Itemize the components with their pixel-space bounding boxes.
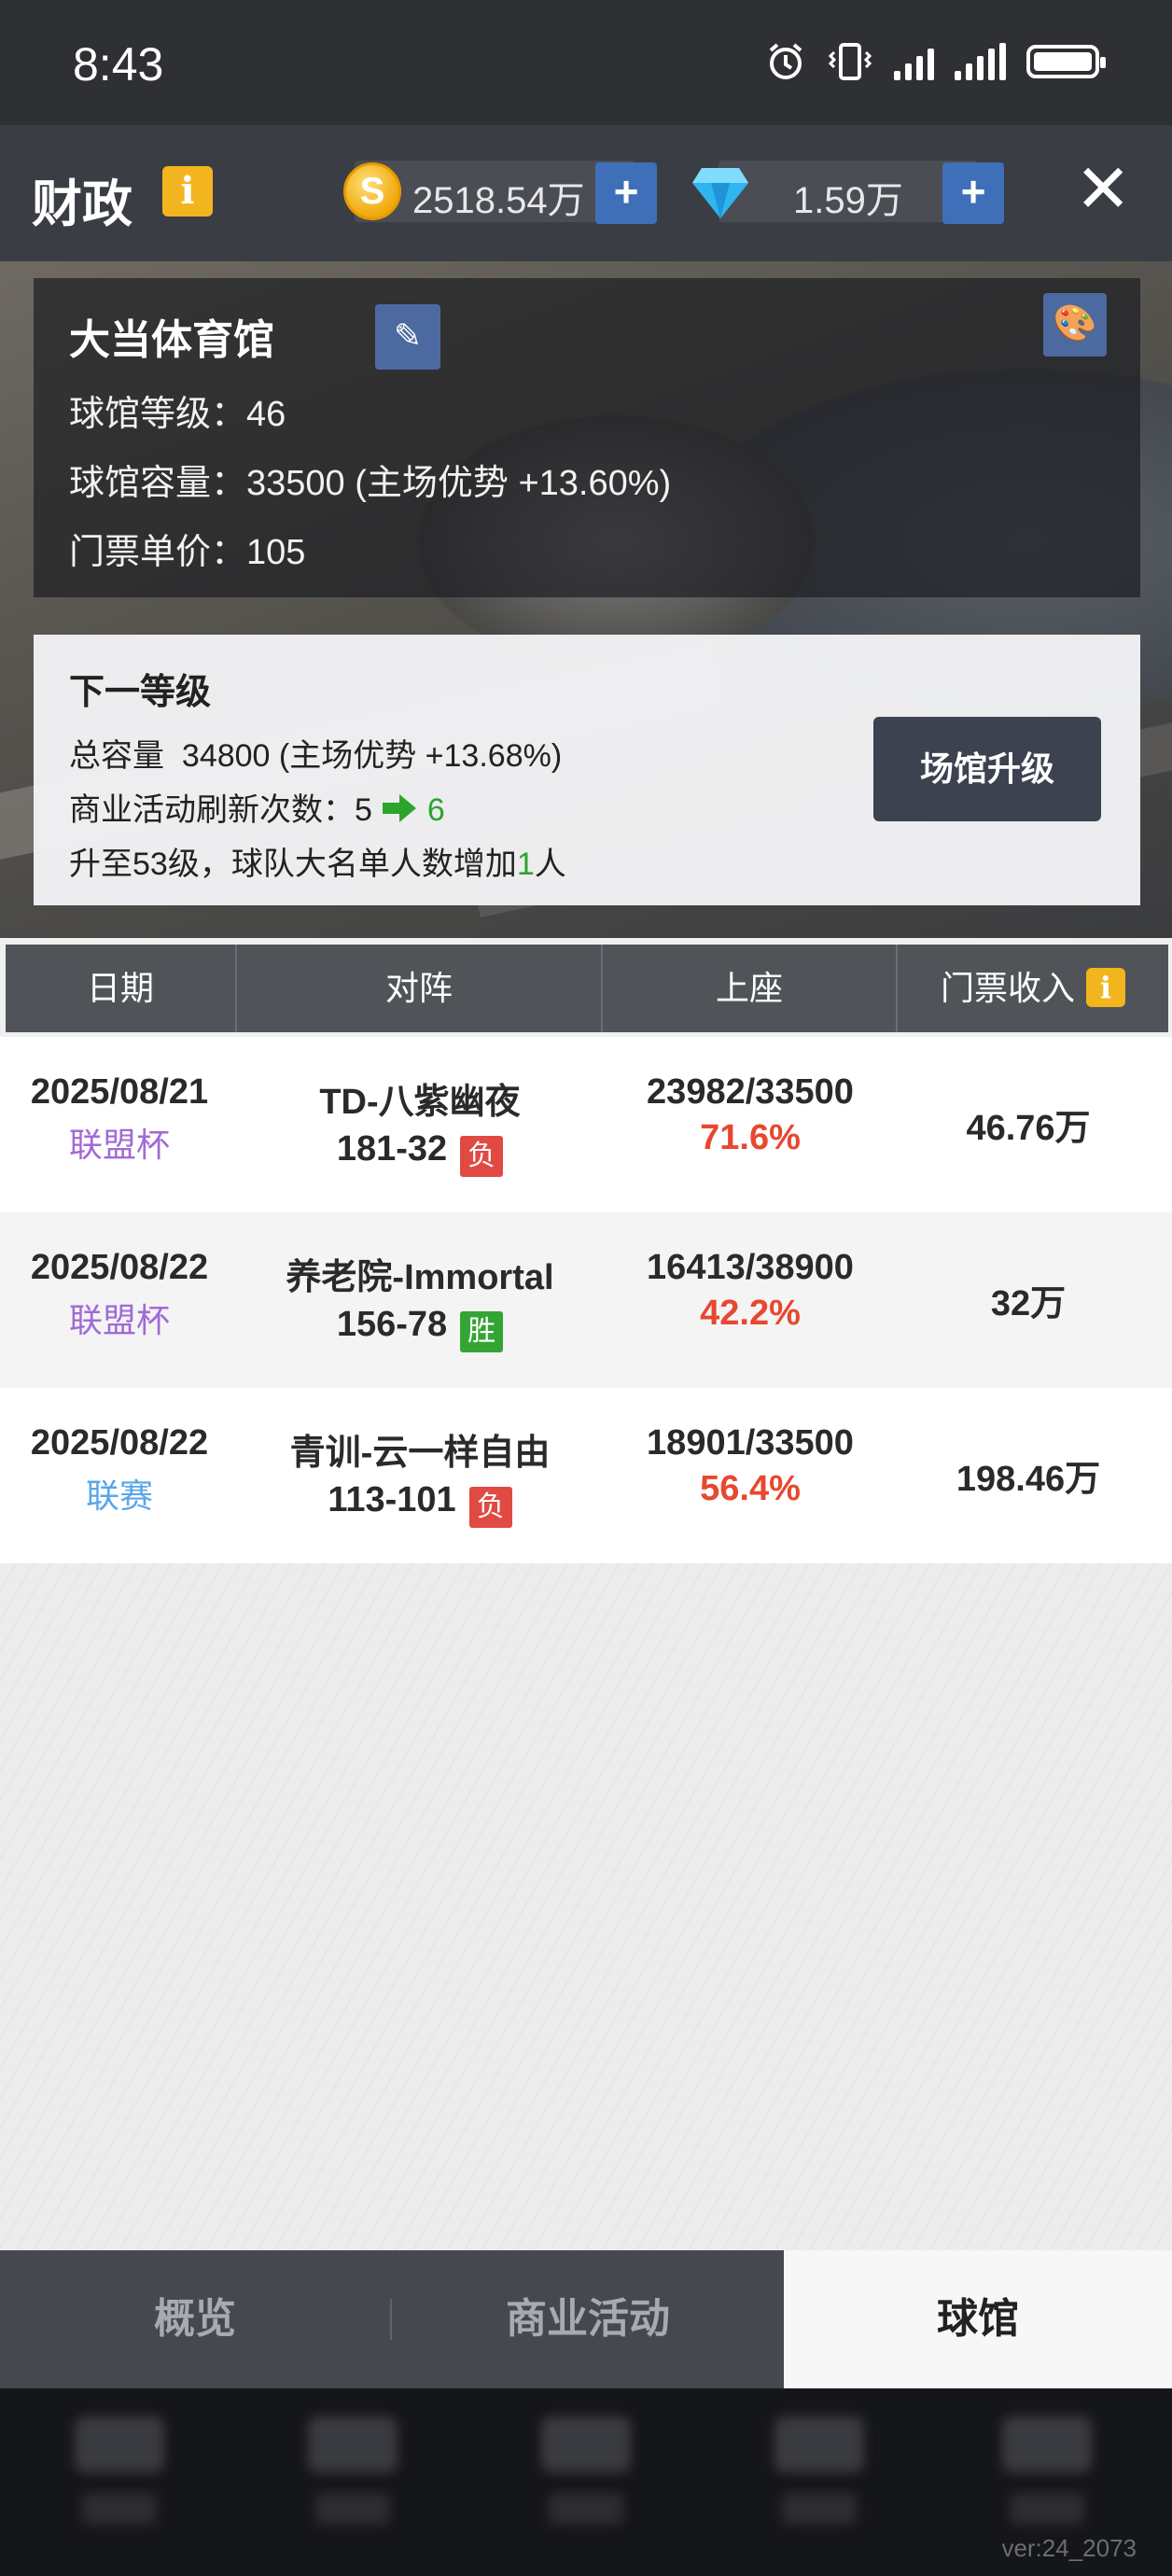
table-row[interactable]: 2025/08/22 联赛 青训-云一样自由 113-101 负 18901/33… [0, 1388, 1172, 1563]
next-capacity: 总容量 34800 (主场优势 +13.68%) [69, 730, 562, 776]
stadium-capacity-label: 球馆容量： [69, 464, 247, 503]
ticket-income: 32万 [990, 1284, 1067, 1323]
tab-bar: 概览 商业活动 球馆 [0, 2250, 1172, 2388]
coin-icon: S [343, 162, 401, 220]
blurred-bottom-nav: ver:24_2073 [0, 2388, 1172, 2576]
status-icons [765, 41, 1106, 82]
table-row[interactable]: 2025/08/22 联盟杯 养老院-Immortal 156-78 胜 1641… [0, 1212, 1172, 1388]
version-label: ver:24_2073 [1001, 2534, 1137, 2562]
gem-counter: 1.59万 [719, 161, 978, 222]
match-date: 2025/08/22 [30, 1423, 209, 1463]
result-badge: 负 [460, 1135, 504, 1177]
rename-button[interactable]: ✎ [375, 304, 440, 370]
customize-button[interactable]: 🎨 [1043, 293, 1107, 357]
close-icon[interactable]: ✕ [1075, 156, 1131, 223]
status-bar: 8:43 [0, 0, 1172, 125]
table-header: 日期 对阵 上座 门票收入 i [6, 945, 1168, 1032]
add-coins-button[interactable]: + [595, 162, 657, 224]
roster-number: 1 [516, 847, 535, 882]
match-type: 联盟杯 [68, 1126, 170, 1164]
stadium-hero: 大当体育馆 ✎ 🎨 球馆等级：46 球馆容量：33500 (主场优势 +13.6… [0, 261, 1172, 938]
attendance-percent: 56.4% [700, 1469, 801, 1508]
finance-header: 财政 i 2518.54万 S + 1.59万 + ✕ [0, 125, 1172, 261]
stadium-capacity-value: 33500 (主场优势 +13.60%) [246, 464, 672, 503]
ticket-price-value: 105 [246, 533, 306, 572]
col-ticket-income: 门票收入 i [898, 945, 1168, 1032]
attendance-percent: 42.2% [700, 1294, 801, 1333]
col-ticket-income-label: 门票收入 [940, 969, 1075, 1007]
stadium-name: 大当体育馆 [69, 317, 274, 363]
opponent: TD-八紫幽夜 [319, 1083, 521, 1122]
next-capacity-value: 34800 (主场优势 +13.68%) [181, 738, 563, 774]
gem-amount: 1.59万 [793, 180, 903, 221]
palette-icon: 🎨 [1053, 304, 1097, 343]
pencil-icon: ✎ [393, 316, 423, 355]
score: 181-32 [336, 1129, 448, 1169]
info-icon[interactable]: i [162, 166, 213, 217]
roster-bonus: 升至53级，球队大名单人数增加1人 [69, 838, 566, 884]
ticket-income: 198.46万 [956, 1460, 1101, 1499]
match-type: 联盟杯 [68, 1301, 170, 1339]
next-level-panel: 下一等级 总容量 34800 (主场优势 +13.68%) 商业活动刷新次数：5… [34, 635, 1140, 905]
next-level-title: 下一等级 [69, 673, 212, 712]
alarm-icon [769, 43, 802, 79]
match-date: 2025/08/21 [30, 1072, 209, 1112]
tab-overview[interactable]: 概览 [0, 2250, 390, 2388]
battery-icon [1026, 45, 1106, 78]
result-badge: 胜 [460, 1310, 504, 1352]
score: 113-101 [328, 1480, 456, 1519]
status-time: 8:43 [73, 38, 164, 91]
opponent: 养老院-Immortal [286, 1258, 554, 1297]
next-capacity-label: 总容量 [69, 738, 164, 774]
result-badge: 负 [468, 1486, 512, 1528]
table-row[interactable]: 2025/08/21 联盟杯 TD-八紫幽夜 181-32 负 23982/335… [0, 1037, 1172, 1212]
refresh-from: 5 [355, 792, 372, 828]
col-match: 对阵 [237, 945, 603, 1032]
signal-icon-2 [955, 43, 1006, 80]
attendance-percent: 71.6% [700, 1118, 801, 1157]
col-date: 日期 [6, 945, 237, 1032]
arrow-right-icon [383, 794, 417, 822]
attendance: 18901/33500 [647, 1423, 854, 1463]
coin-amount: 2518.54万 [412, 180, 585, 221]
opponent: 青训-云一样自由 [289, 1434, 551, 1473]
ticket-price: 门票单价：105 [69, 523, 305, 574]
col-attendance: 上座 [603, 945, 898, 1032]
stadium-capacity: 球馆容量：33500 (主场优势 +13.60%) [69, 454, 671, 505]
signal-icon [894, 43, 934, 80]
stadium-level-value: 46 [246, 395, 286, 434]
stadium-level: 球馆等级：46 [69, 385, 286, 436]
refresh-label: 商业活动刷新次数： [69, 792, 355, 828]
vibrate-icon [828, 43, 872, 80]
refresh-count: 商业活动刷新次数：5 6 [69, 784, 445, 830]
roster-prefix: 升至53级，球队大名单人数增加 [69, 847, 517, 882]
page-title: 财政 [32, 176, 133, 232]
add-gems-button[interactable]: + [942, 162, 1004, 224]
roster-suffix: 人 [534, 847, 566, 882]
upgrade-stadium-button[interactable]: 场馆升级 [873, 717, 1101, 821]
attendance: 16413/38900 [647, 1248, 854, 1287]
diamond-icon [692, 168, 748, 218]
stadium-info-panel: 大当体育馆 ✎ 🎨 球馆等级：46 球馆容量：33500 (主场优势 +13.6… [34, 278, 1140, 597]
attendance: 23982/33500 [647, 1072, 854, 1112]
match-type: 联赛 [85, 1477, 153, 1515]
match-date: 2025/08/22 [30, 1248, 209, 1287]
ticket-price-label: 门票单价： [69, 533, 247, 572]
refresh-to: 6 [426, 792, 445, 828]
tab-stadium[interactable]: 球馆 [784, 2250, 1172, 2388]
score: 156-78 [336, 1305, 448, 1344]
info-icon[interactable]: i [1086, 968, 1125, 1008]
ticket-income: 46.76万 [966, 1109, 1091, 1148]
stadium-level-label: 球馆等级： [69, 395, 247, 434]
empty-list-area [0, 1563, 1172, 2250]
tab-business[interactable]: 商业活动 [392, 2250, 784, 2388]
